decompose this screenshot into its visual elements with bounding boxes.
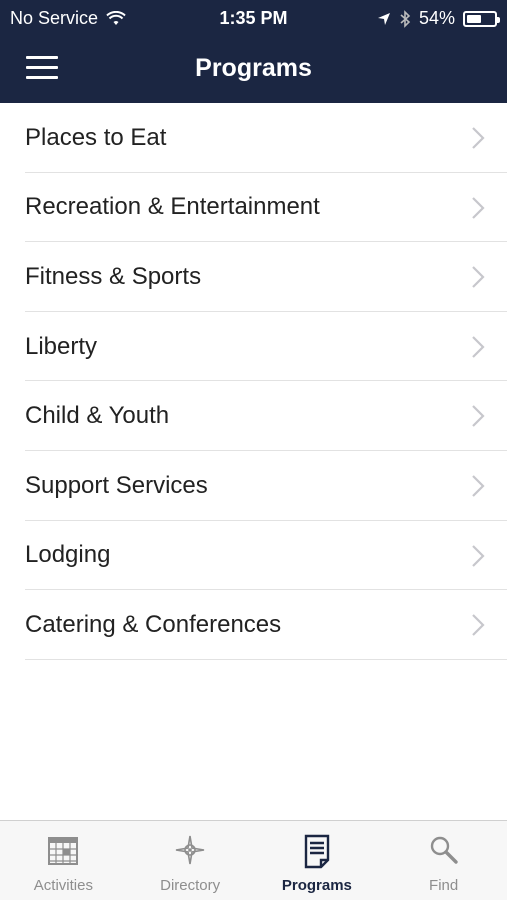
list-item-lodging[interactable]: Lodging xyxy=(0,521,507,591)
battery-icon xyxy=(463,10,500,27)
list-item-label: Fitness & Sports xyxy=(25,262,202,290)
tab-label: Programs xyxy=(281,877,352,894)
list-item-child-youth[interactable]: Child & Youth xyxy=(0,381,507,451)
document-icon xyxy=(304,834,330,869)
tab-label: Directory xyxy=(160,877,221,894)
tab-label: Activities xyxy=(33,877,93,894)
tab-programs[interactable]: Programs xyxy=(254,821,381,900)
search-icon xyxy=(430,836,458,864)
calendar-icon xyxy=(48,837,79,865)
status-bar: No Service 1:35 PM 54% xyxy=(0,0,507,36)
tab-find[interactable]: Find xyxy=(380,821,507,900)
location-arrow-icon xyxy=(377,12,390,25)
battery-percent: 54% xyxy=(418,8,455,28)
programs-list: Places to Eat Recreation & Entertainment… xyxy=(0,103,507,660)
bluetooth-icon xyxy=(400,9,411,28)
list-item-label: Child & Youth xyxy=(25,402,170,430)
list-item-label: Liberty xyxy=(25,332,98,360)
chevron-right-icon xyxy=(472,475,485,497)
chevron-right-icon xyxy=(472,614,485,636)
chevron-right-icon xyxy=(472,544,485,567)
top-bar: No Service 1:35 PM 54% Programs xyxy=(0,0,507,103)
chevron-right-icon xyxy=(472,336,485,358)
list-item-recreation-entertainment[interactable]: Recreation & Entertainment xyxy=(0,173,507,243)
chevron-right-icon xyxy=(472,266,485,288)
tab-bar: Activities Directory Programs Find xyxy=(0,820,507,900)
compass-icon xyxy=(175,835,205,865)
chevron-right-icon xyxy=(472,405,485,428)
list-item-label: Lodging xyxy=(25,541,111,569)
tab-label: Find xyxy=(429,877,459,894)
page-title: Programs xyxy=(195,54,312,82)
list-item-label: Places to Eat xyxy=(25,123,167,151)
tab-activities[interactable]: Activities xyxy=(0,821,127,900)
chevron-right-icon xyxy=(472,127,485,149)
list-item-label: Recreation & Entertainment xyxy=(25,193,320,221)
list-item-label: Support Services xyxy=(25,471,208,499)
tab-directory[interactable]: Directory xyxy=(127,821,254,900)
list-item-fitness-sports[interactable]: Fitness & Sports xyxy=(0,242,507,312)
list-item-support-services[interactable]: Support Services xyxy=(0,451,507,521)
list-item-liberty[interactable]: Liberty xyxy=(0,312,507,382)
list-item-catering-conferences[interactable]: Catering & Conferences xyxy=(0,590,507,660)
nav-bar: Programs xyxy=(0,36,507,103)
list-item-places-to-eat[interactable]: Places to Eat xyxy=(0,103,507,173)
chevron-right-icon xyxy=(472,196,485,219)
list-item-label: Catering & Conferences xyxy=(25,610,282,638)
